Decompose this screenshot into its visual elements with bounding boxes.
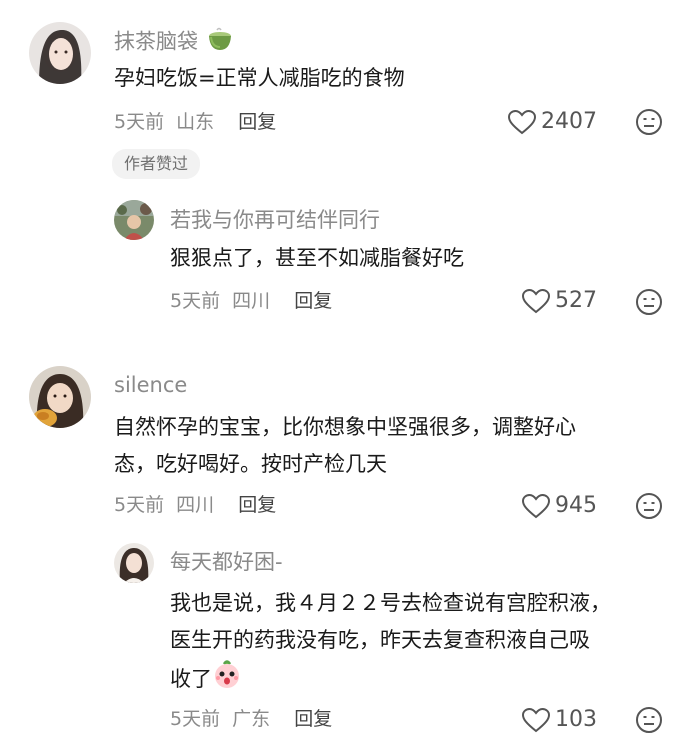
avatar[interactable] <box>114 200 154 240</box>
reply-text: 我也是说，我４月２２号去检查说有宫腔积液， 医生开的药我没有吃，昨天去复查积液自… <box>170 585 670 701</box>
comment-username[interactable]: 抹茶脑袋 <box>114 26 235 59</box>
reply-time: 5天前 <box>170 290 221 312</box>
comment-text: 自然怀孕的宝宝，比你想象中坚强很多，调整好心 态，吃好喝好。按时产检几天 <box>114 415 576 476</box>
comment-meta: 5天前 山东 回复 <box>114 109 276 135</box>
heart-icon <box>521 288 551 314</box>
comment-location: 四川 <box>176 494 215 516</box>
comment-text: 孕妇吃饭=正常人减脂吃的食物 <box>114 66 405 90</box>
surprised-face-icon <box>212 659 242 701</box>
reply-username[interactable]: 若我与你再可结伴同行 <box>170 206 380 234</box>
avatar[interactable] <box>29 22 91 84</box>
reply-text: 狠狠点了，甚至不如减脂餐好吃 <box>170 246 464 270</box>
dislike-button[interactable] <box>635 492 663 524</box>
reply-location: 广东 <box>232 708 271 730</box>
reply-button[interactable]: 回复 <box>294 288 332 314</box>
like-button[interactable]: 945 <box>521 493 597 519</box>
dislike-face-icon <box>636 109 662 135</box>
like-button[interactable]: 527 <box>521 288 597 314</box>
comment-username[interactable]: silence <box>114 371 187 399</box>
reply-meta: 5天前 四川 回复 <box>170 288 332 314</box>
comment-time: 5天前 <box>114 494 165 516</box>
dislike-button[interactable] <box>635 706 663 738</box>
reply-location: 四川 <box>232 290 271 312</box>
comment-location: 山东 <box>176 111 215 133</box>
avatar[interactable] <box>29 366 91 428</box>
reply-meta: 5天前 广东 回复 <box>170 706 332 732</box>
author-liked-badge: 作者赞过 <box>112 149 201 179</box>
dislike-face-icon <box>636 493 662 519</box>
reply-button[interactable]: 回复 <box>238 109 276 135</box>
reply-button[interactable]: 回复 <box>294 706 332 732</box>
like-count: 103 <box>555 707 597 732</box>
like-count: 527 <box>555 288 597 313</box>
heart-icon <box>507 109 537 135</box>
heart-icon <box>521 707 551 733</box>
like-count: 945 <box>555 493 597 518</box>
like-button[interactable]: 2407 <box>507 109 597 135</box>
reply-button[interactable]: 回复 <box>238 492 276 518</box>
comment-meta: 5天前 四川 回复 <box>114 492 276 518</box>
reply-username[interactable]: 每天都好困- <box>170 548 283 576</box>
heart-icon <box>521 493 551 519</box>
dislike-face-icon <box>636 707 662 733</box>
dislike-button[interactable] <box>635 288 663 320</box>
matcha-cup-icon <box>205 26 235 59</box>
like-button[interactable]: 103 <box>521 707 597 733</box>
avatar[interactable] <box>114 543 154 583</box>
reply-time: 5天前 <box>170 708 221 730</box>
dislike-face-icon <box>636 289 662 315</box>
like-count: 2407 <box>541 109 597 134</box>
dislike-button[interactable] <box>635 108 663 140</box>
comment-time: 5天前 <box>114 111 165 133</box>
